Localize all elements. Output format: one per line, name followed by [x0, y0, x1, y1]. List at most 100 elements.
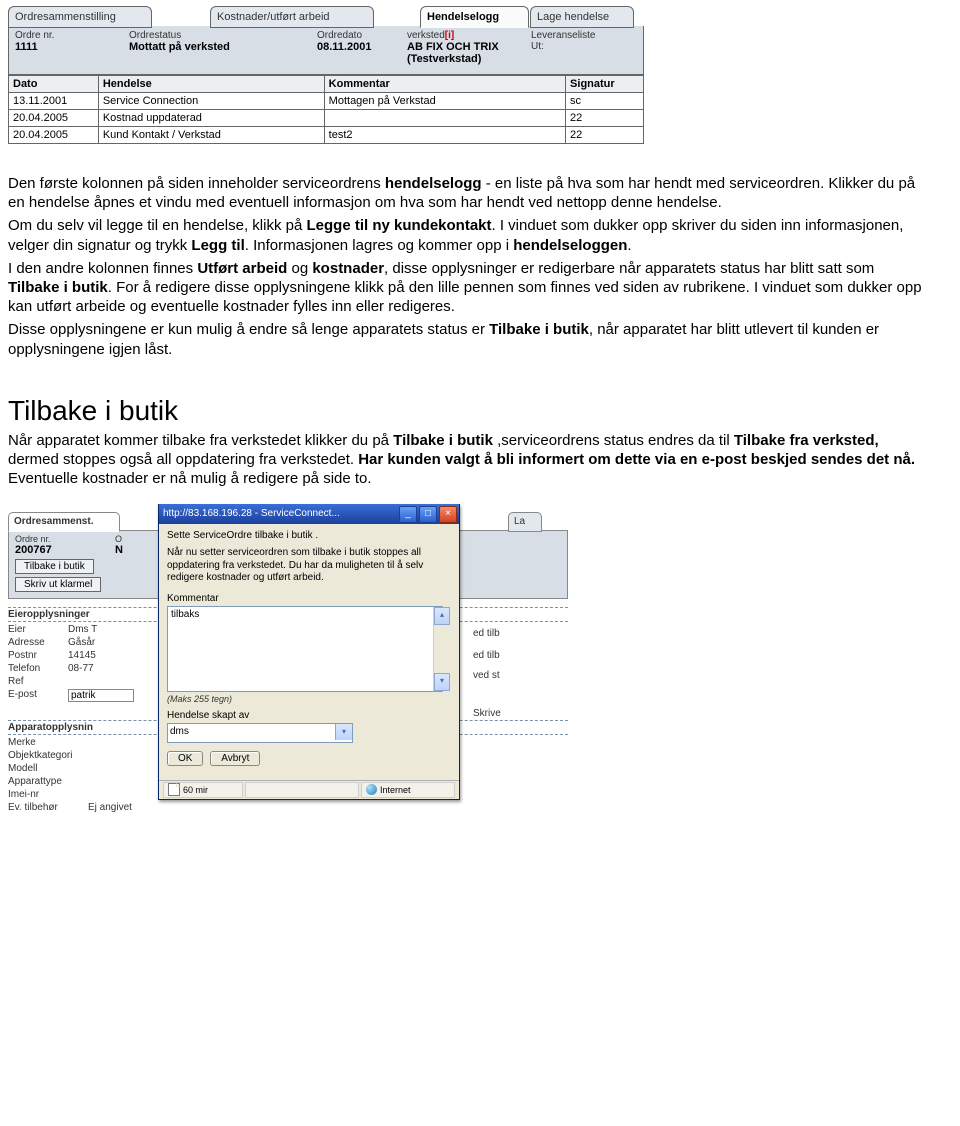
text: , disse opplysninger er redigerbare når … [384, 260, 874, 277]
ordre-nr-value: 1111 [15, 41, 129, 53]
cell-dato: 20.04.2005 [9, 127, 99, 144]
info-icon[interactable]: [i] [445, 30, 454, 41]
col-kommentar: Kommentar [324, 76, 565, 93]
cell-dato: 20.04.2005 [9, 110, 99, 127]
ordrestatus-value: Mottatt på verksted [129, 41, 317, 53]
text: Om du selv vil legge til en hendelse, kl… [8, 217, 306, 234]
cell-hendelse: Kund Kontakt / Verkstad [98, 127, 324, 144]
bg-apparattype-label: Apparattype [8, 776, 88, 787]
article-body: Den første kolonnen på siden inneholder … [8, 174, 928, 359]
ordredato-label: Ordredato [317, 30, 407, 41]
bg-right-text: ed tilb [473, 650, 500, 661]
dialog-statusbar: 60 mir Internet [159, 780, 459, 799]
statusbar-mid [245, 782, 359, 798]
ordrestatus-label: Ordrestatus [129, 30, 317, 41]
text: . For å redigere disse opplysningene kli… [8, 279, 922, 315]
bg-group-eier-label: Eieropplysninger [8, 609, 90, 620]
bg-tilbehor-value: Ej angivet [88, 802, 132, 813]
bg-btn-tilbake[interactable]: Tilbake i butik [15, 559, 94, 574]
ut-label: Ut: [531, 41, 631, 52]
text: Den første kolonnen på siden inneholder … [8, 175, 385, 192]
text-bold: Har kunden valgt å bli informert om dett… [358, 451, 915, 468]
bg-epost-input[interactable]: patrik [68, 689, 134, 702]
dialog-titlebar[interactable]: http://83.168.196.28 - ServiceConnect...… [159, 504, 459, 524]
bg-tab-active[interactable]: Ordresammenst. [8, 512, 120, 532]
bg-merke-label: Merke [8, 737, 68, 748]
text: dermed stoppes også all oppdatering fra … [8, 451, 358, 468]
bg-ordrenr-label: Ordre nr. [15, 534, 85, 544]
text-bold: Tilbake fra verksted, [734, 432, 879, 449]
cell-signatur: sc [566, 93, 644, 110]
bg-tab-partial[interactable]: La [508, 512, 542, 532]
text: og [287, 260, 312, 277]
text-bold: Tilbake i butik [489, 321, 589, 338]
cell-dato: 13.11.2001 [9, 93, 99, 110]
text: I den andre kolonnen finnes [8, 260, 197, 277]
bg-ref-label: Ref [8, 676, 68, 687]
tab-hendelselogg[interactable]: Hendelselogg [420, 6, 529, 28]
bg-ordrenr-value: 200767 [15, 544, 85, 556]
bg-eier-value: Dms T [68, 624, 97, 635]
dialog-tilbake: http://83.168.196.28 - ServiceConnect...… [158, 504, 460, 800]
cell-kommentar: test2 [324, 127, 565, 144]
cell-hendelse: Service Connection [98, 93, 324, 110]
bg-imei-label: Imei-nr [8, 789, 68, 800]
scroll-up-icon[interactable]: ▴ [434, 607, 450, 625]
dialog-heading: Sette ServiceOrdre tilbake i butik . [167, 530, 451, 541]
scroll-down-icon[interactable]: ▾ [434, 673, 450, 691]
tab-ordresammenstilling[interactable]: Ordresammenstilling [8, 6, 152, 28]
bg-telefon-label: Telefon [8, 663, 68, 674]
bg-right-text: Skrive [473, 708, 501, 719]
statusbar-left-text: 60 mir [183, 783, 208, 797]
cell-kommentar: Mottagen på Verkstad [324, 93, 565, 110]
skapt-av-value: dms [170, 726, 189, 737]
bg-postnr-label: Postnr [8, 650, 68, 661]
chevron-down-icon[interactable]: ▾ [335, 724, 352, 740]
table-row[interactable]: 13.11.2001 Service Connection Mottagen p… [9, 93, 644, 110]
bg-telefon-value: 08-77 [68, 663, 94, 674]
text-bold: Utført arbeid [197, 260, 287, 277]
verksted-value: AB FIX OCH TRIX (Testverkstad) [407, 41, 531, 65]
ordredato-value: 08.11.2001 [317, 41, 407, 53]
text-bold: Tilbake i butik [8, 279, 108, 296]
statusbar-left: 60 mir [163, 782, 243, 798]
skapt-av-label: Hendelse skapt av [167, 710, 451, 721]
col-dato: Dato [9, 76, 99, 93]
textarea-scrollbar[interactable]: ▴ ▾ [433, 607, 450, 691]
text: . [627, 237, 631, 254]
table-row[interactable]: 20.04.2005 Kostnad uppdaterad 22 [9, 110, 644, 127]
tabs-row: Ordresammenstilling Kostnader/utført arb… [8, 4, 644, 26]
order-info-bar: Ordre nr. 1111 Ordrestatus Mottatt på ve… [8, 26, 644, 75]
avbryt-button[interactable]: Avbryt [210, 751, 260, 766]
bg-adresse-label: Adresse [8, 637, 68, 648]
dialog-paragraph: Når nu setter serviceordren som tilbake … [167, 547, 451, 585]
close-icon[interactable]: × [439, 506, 457, 523]
col-hendelse: Hendelse [98, 76, 324, 93]
bg-btn-skriv[interactable]: Skriv ut klarmel [15, 577, 101, 592]
text-bold: Tilbake i butik [393, 432, 493, 449]
tab-kostnader[interactable]: Kostnader/utført arbeid [210, 6, 374, 28]
screenshot-tilbake-dialog: Ordresammenst. La Ordre nr. 200767 O N T… [8, 510, 568, 890]
cell-signatur: 22 [566, 110, 644, 127]
globe-icon [366, 784, 377, 795]
tab-lage-hendelse[interactable]: Lage hendelse [530, 6, 634, 28]
col-signatur: Signatur [566, 76, 644, 93]
minimize-icon[interactable]: _ [399, 506, 417, 523]
bg-ordrestatus-value: N [115, 544, 135, 556]
section-title-tilbake: Tilbake i butik [8, 395, 960, 427]
kommentar-textarea[interactable]: tilbaks [167, 606, 443, 692]
table-row[interactable]: 20.04.2005 Kund Kontakt / Verkstad test2… [9, 127, 644, 144]
ok-button[interactable]: OK [167, 751, 203, 766]
bg-epost-label: E-post [8, 689, 68, 700]
cell-hendelse: Kostnad uppdaterad [98, 110, 324, 127]
text: ,serviceordrens status endres da til [493, 432, 734, 449]
skapt-av-select[interactable]: dms ▾ [167, 723, 353, 743]
text-bold: hendelseloggen [513, 237, 627, 254]
maximize-icon[interactable]: □ [419, 506, 437, 523]
article-body-2: Når apparatet kommer tilbake fra verkste… [8, 431, 928, 489]
bg-objektkategori-label: Objektkategori [8, 750, 88, 761]
text-bold: hendelselogg [385, 175, 482, 192]
statusbar-right-text: Internet [380, 783, 411, 797]
cell-signatur: 22 [566, 127, 644, 144]
hendelse-table: Dato Hendelse Kommentar Signatur 13.11.2… [8, 75, 644, 144]
